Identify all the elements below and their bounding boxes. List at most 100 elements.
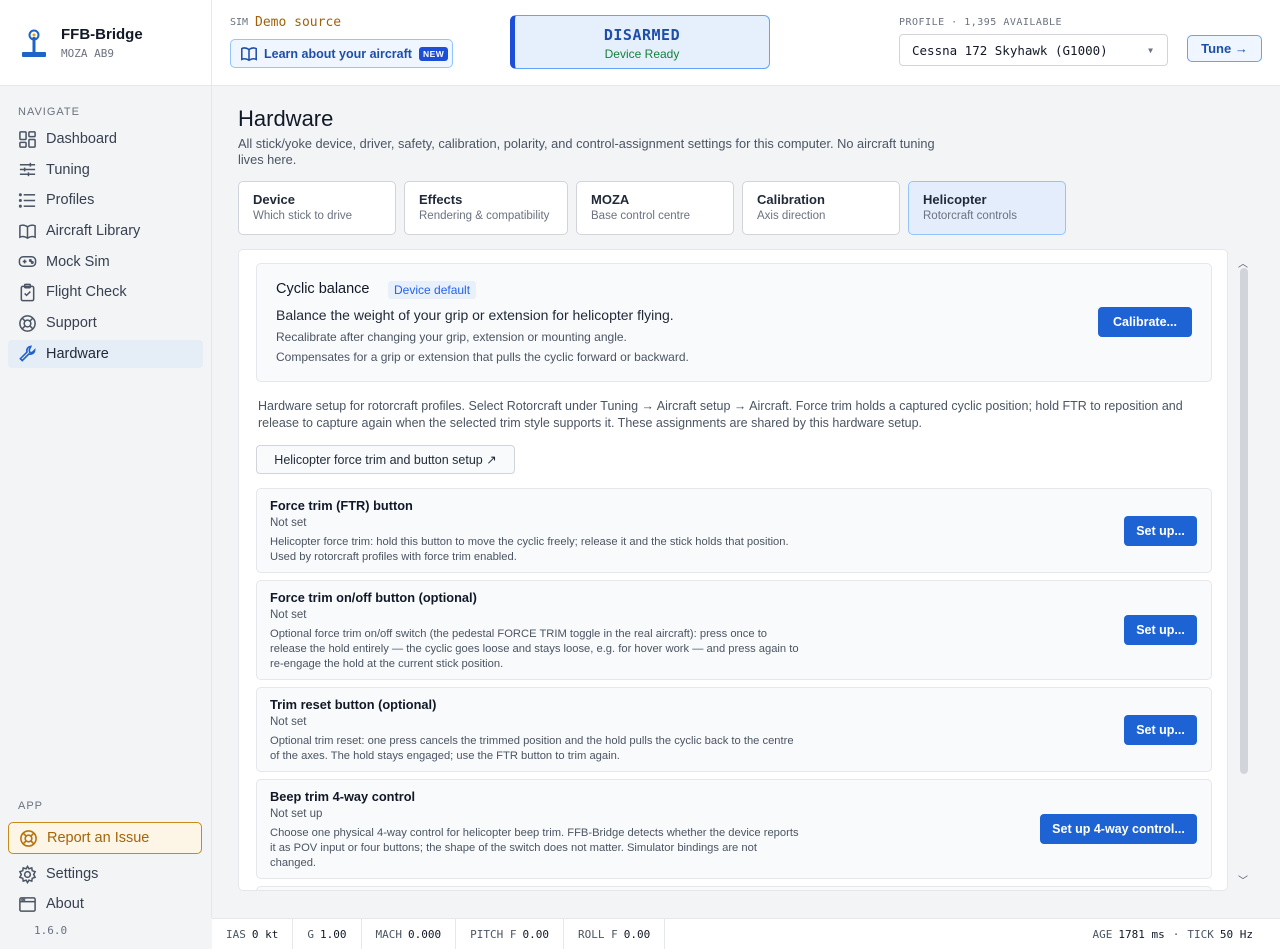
sidebar-item-label: Support: [46, 315, 97, 332]
new-badge: NEW: [418, 46, 449, 61]
tab-title: Device: [253, 192, 295, 207]
joystick-logo-icon: [22, 29, 46, 57]
window-icon: [19, 896, 36, 912]
tab-helicopter[interactable]: Helicopter Rotorcraft controls: [908, 181, 1066, 235]
profile-select[interactable]: Cessna 172 Skyhawk (G1000) ▼: [899, 34, 1168, 66]
tab-effects[interactable]: Effects Rendering & compatibility: [404, 181, 568, 235]
cyclic-balance-note: Recalibrate after changing your grip, ex…: [276, 330, 627, 344]
tab-subtitle: Which stick to drive: [253, 210, 353, 222]
force-trim-toggle-row: Force trim on/off button (optional) Not …: [256, 580, 1212, 680]
setup-4way-control-button[interactable]: Set up 4-way control...: [1040, 814, 1197, 844]
sidebar-item-label: Aircraft Library: [46, 223, 141, 240]
sidebar-item-tuning[interactable]: Tuning: [8, 156, 203, 184]
tune-button[interactable]: Tune →: [1187, 35, 1262, 62]
g-readout: G 1.00: [293, 918, 362, 949]
next-row-partial: [256, 886, 1212, 890]
sidebar-item-profiles[interactable]: Profiles: [8, 186, 203, 214]
cyclic-balance-detail: Compensates for a grip or extension that…: [276, 350, 689, 364]
row-status: Not set up: [270, 808, 323, 820]
settings-label: Settings: [46, 866, 99, 882]
row-title: Force trim (FTR) button: [270, 498, 413, 513]
sidebar-item-settings[interactable]: Settings: [8, 860, 202, 888]
tab-title: Calibration: [757, 192, 825, 207]
calibrate-button[interactable]: Calibrate...: [1098, 307, 1192, 337]
tab-moza[interactable]: MOZA Base control centre: [576, 181, 734, 235]
sidebar-item-dashboard[interactable]: Dashboard: [8, 125, 203, 153]
row-description: Helicopter force trim: hold this button …: [270, 536, 789, 563]
report-issue-button[interactable]: Report an Issue: [8, 822, 202, 854]
lifebuoy-icon: [20, 829, 37, 847]
device-status: Device Ready: [604, 47, 680, 61]
sidebar-item-flight-check[interactable]: Flight Check: [8, 278, 203, 306]
tab-subtitle: Base control centre: [591, 210, 691, 222]
page-description: All stick/yoke device, driver, safety, c…: [238, 136, 935, 167]
tab-subtitle: Rendering & compatibility: [419, 210, 550, 222]
trim-reset-row: Trim reset button (optional) Not set Opt…: [256, 687, 1212, 772]
sidebar-item-label: Profiles: [46, 192, 95, 209]
page-title: Hardware: [238, 106, 334, 131]
sidebar-item-aircraft-library[interactable]: Aircraft Library: [8, 217, 203, 245]
sidebar-item-mock-sim[interactable]: Mock Sim: [8, 248, 203, 276]
scrollbar-thumb[interactable]: [1240, 268, 1248, 774]
sidebar-item-hardware[interactable]: Hardware: [8, 339, 203, 368]
row-description: Optional force trim on/off switch (the p…: [270, 628, 799, 670]
setup-force-trim-toggle-button[interactable]: Set up...: [1124, 615, 1197, 645]
sidebar-item-about[interactable]: About: [8, 890, 202, 918]
tab-title: Helicopter: [923, 192, 987, 207]
sidebar-item-label: Hardware: [46, 345, 109, 362]
timing-readout: AGE 1781 ms · TICK 50 Hz: [1092, 928, 1253, 941]
sidebar-item-label: Flight Check: [46, 284, 127, 301]
learn-aircraft-button[interactable]: Learn about your aircraft NEW: [230, 39, 453, 68]
app-heading: APP: [18, 800, 44, 812]
tab-subtitle: Axis direction: [757, 210, 826, 222]
row-title: Force trim on/off button (optional): [270, 590, 477, 605]
sidebar-item-label: Mock Sim: [46, 253, 110, 270]
row-description: Optional trim reset: one press cancels t…: [270, 735, 794, 762]
learn-aircraft-label: Learn about your aircraft: [264, 46, 412, 61]
setup-trim-reset-button[interactable]: Set up...: [1124, 715, 1197, 745]
row-status: Not set: [270, 716, 307, 728]
device-default-badge: Device default: [388, 281, 477, 299]
row-status: Not set: [270, 609, 307, 621]
app-name: FFB-Bridge: [61, 25, 143, 43]
beep-trim-row: Beep trim 4-way control Not set up Choos…: [256, 779, 1212, 879]
arm-status-panel[interactable]: DISARMED Device Ready: [510, 15, 770, 69]
sidebar-item-label: Tuning: [46, 161, 90, 178]
chevron-down-icon: ▼: [1148, 45, 1153, 55]
tab-subtitle: Rotorcraft controls: [923, 210, 1017, 222]
sim-source: Demo source: [255, 15, 342, 30]
about-label: About: [46, 896, 84, 912]
scroll-down-icon[interactable]: ﹀: [1238, 872, 1248, 887]
cyclic-balance-card: Cyclic balance Device default Balance th…: [256, 263, 1212, 382]
row-description: Choose one physical 4-way control for he…: [270, 827, 799, 869]
dashboard-icon: [19, 130, 36, 148]
setup-ftr-button[interactable]: Set up...: [1124, 516, 1197, 546]
force-trim-row: Force trim (FTR) button Not set Helicopt…: [256, 488, 1212, 573]
nav-list: Dashboard Tuning Profiles Aircraft Libra…: [8, 125, 203, 371]
brand: FFB-Bridge MOZA AB9: [0, 0, 211, 86]
book-icon: [241, 46, 257, 61]
profile-value: Cessna 172 Skyhawk (G1000): [912, 42, 1108, 58]
helicopter-panel: Cyclic balance Device default Balance th…: [238, 249, 1228, 891]
sliders-icon: [19, 163, 36, 177]
cyclic-balance-title: Cyclic balance: [276, 281, 370, 297]
app-version: 1.6.0: [34, 924, 68, 937]
row-title: Trim reset button (optional): [270, 697, 437, 712]
force-trim-setup-link[interactable]: Helicopter force trim and button setup ↗: [256, 445, 515, 474]
hardware-tabs: Device Which stick to drive Effects Rend…: [238, 181, 1074, 235]
top-bar: SIM Demo source Learn about your aircraf…: [212, 0, 1280, 86]
wrench-icon: [19, 345, 36, 363]
sim-label: SIM: [230, 17, 249, 28]
tab-calibration[interactable]: Calibration Axis direction: [742, 181, 900, 235]
row-status: Not set: [270, 517, 307, 529]
tab-device[interactable]: Device Which stick to drive: [238, 181, 396, 235]
tab-title: Effects: [419, 192, 463, 207]
book-icon: [19, 223, 36, 239]
clipboard-icon: [20, 283, 35, 302]
sidebar-item-label: Dashboard: [46, 131, 117, 147]
rotorcraft-info: Hardware setup for rotorcraft profiles. …: [258, 399, 1183, 430]
mach-readout: MACH 0.000: [362, 918, 457, 949]
telemetry-status-bar: IAS 0 kt G 1.00 MACH 0.000 PITCH F 0.00 ROLL…: [212, 918, 1280, 949]
sidebar-item-support[interactable]: Support: [8, 309, 203, 337]
pitch-force-readout: PITCH F 0.00: [456, 918, 564, 949]
